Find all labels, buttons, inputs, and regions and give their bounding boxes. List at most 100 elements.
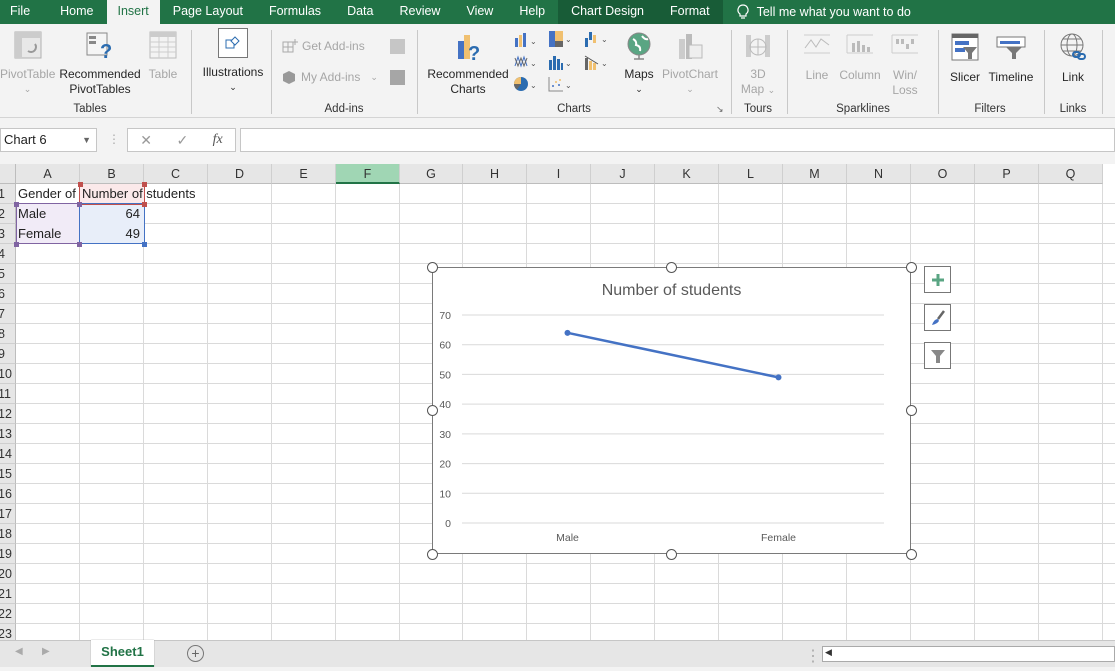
- cancel-icon[interactable]: ✕: [140, 132, 152, 149]
- column-header-q[interactable]: Q: [1039, 164, 1103, 184]
- tab-format[interactable]: Format: [657, 0, 723, 24]
- tab-home[interactable]: Home: [40, 0, 106, 24]
- tab-formulas[interactable]: Formulas: [256, 0, 334, 24]
- tab-review[interactable]: Review: [386, 0, 453, 24]
- tab-view[interactable]: View: [453, 0, 506, 24]
- column-header-i[interactable]: I: [527, 164, 591, 184]
- sparkline-column-button[interactable]: Column: [838, 33, 882, 83]
- chart-resize-handle[interactable]: [426, 405, 438, 416]
- chart-resize-handle[interactable]: [666, 548, 677, 560]
- sparkline-line-button[interactable]: Line: [800, 33, 834, 83]
- row-header-14[interactable]: 14: [0, 444, 16, 464]
- row-header-21[interactable]: 21: [0, 584, 16, 604]
- row-header-19[interactable]: 19: [0, 544, 16, 564]
- formula-bar-grip[interactable]: ⋮: [108, 132, 120, 146]
- chevron-down-icon[interactable]: ▼: [82, 129, 91, 151]
- row-header-4[interactable]: 4: [0, 244, 16, 264]
- row-header-5[interactable]: 5: [0, 264, 16, 284]
- maps-button[interactable]: Maps ⌄: [618, 31, 660, 97]
- column-header-a[interactable]: A: [16, 164, 80, 184]
- splitter-handle[interactable]: ⋮: [805, 646, 821, 666]
- row-header-12[interactable]: 12: [0, 404, 16, 424]
- column-header-f[interactable]: F: [336, 164, 400, 184]
- tab-page-layout[interactable]: Page Layout: [160, 0, 256, 24]
- chart-resize-handle[interactable]: [905, 405, 917, 416]
- range-resize-handle[interactable]: [142, 242, 147, 247]
- column-header-j[interactable]: J: [591, 164, 655, 184]
- tab-file[interactable]: File: [0, 0, 40, 24]
- row-header-15[interactable]: 15: [0, 464, 16, 484]
- pivottable-button[interactable]: PivotTable ⌄: [0, 31, 55, 97]
- horizontal-scrollbar[interactable]: ◀: [822, 646, 1115, 662]
- column-chart-button[interactable]: ⌄: [514, 32, 538, 53]
- row-header-3[interactable]: 3: [0, 224, 16, 244]
- recommended-charts-button[interactable]: ? Recommended Charts: [424, 31, 512, 97]
- row-header-11[interactable]: 11: [0, 384, 16, 404]
- column-header-l[interactable]: L: [719, 164, 783, 184]
- range-resize-handle[interactable]: [14, 242, 19, 247]
- tell-me-box[interactable]: Tell me what you want to do: [723, 4, 911, 20]
- worksheet-grid[interactable]: ABCDEFGHIJKLMNOPQ12345678910111213141516…: [0, 164, 1115, 640]
- row-header-23[interactable]: 23: [0, 624, 16, 640]
- insert-function-icon[interactable]: fx: [213, 132, 223, 148]
- pivotchart-button[interactable]: PivotChart ⌄: [660, 31, 720, 97]
- row-header-9[interactable]: 9: [0, 344, 16, 364]
- chart-resize-handle[interactable]: [426, 548, 438, 560]
- line-chart-button[interactable]: ⌄: [514, 54, 538, 75]
- column-header-b[interactable]: B: [80, 164, 144, 184]
- cell-b1[interactable]: Number of students: [80, 184, 195, 204]
- slicer-button[interactable]: Slicer: [946, 33, 984, 85]
- formula-input[interactable]: [240, 128, 1115, 152]
- scroll-left-icon[interactable]: ◀: [15, 646, 23, 657]
- hierarchy-chart-button[interactable]: ⌄: [548, 30, 572, 53]
- tab-insert[interactable]: Insert: [106, 0, 160, 24]
- illustrations-button[interactable]: Illustrations ⌄: [200, 28, 266, 95]
- chart-resize-handle[interactable]: [666, 261, 677, 273]
- range-resize-handle[interactable]: [14, 202, 19, 207]
- tab-chart-design[interactable]: Chart Design: [558, 0, 657, 24]
- chart-styles-button[interactable]: [924, 304, 951, 331]
- chart-resize-handle[interactable]: [426, 261, 438, 273]
- column-header-d[interactable]: D: [208, 164, 272, 184]
- recommended-pivottables-button[interactable]: ? Recommended PivotTables: [57, 31, 143, 97]
- chart-filters-button[interactable]: [924, 342, 951, 369]
- data-point[interactable]: [775, 374, 782, 381]
- scatter-chart-button[interactable]: ⌄: [548, 76, 572, 97]
- row-header-10[interactable]: 10: [0, 364, 16, 384]
- statistic-chart-button[interactable]: ⌄: [548, 54, 572, 75]
- column-header-k[interactable]: K: [655, 164, 719, 184]
- row-header-1[interactable]: 1: [0, 184, 16, 204]
- 3d-map-button[interactable]: 3D Map ⌄: [733, 31, 783, 98]
- row-header-8[interactable]: 8: [0, 324, 16, 344]
- scroll-left-arrow-icon[interactable]: ◀: [825, 647, 832, 658]
- my-addins-button[interactable]: My Add-ins ⌄: [282, 70, 378, 84]
- column-header-p[interactable]: P: [975, 164, 1039, 184]
- get-addins-button[interactable]: Get Add-ins: [282, 39, 365, 53]
- pie-chart-button[interactable]: ⌄: [514, 76, 538, 97]
- column-header-h[interactable]: H: [463, 164, 527, 184]
- link-button[interactable]: Link: [1048, 32, 1098, 85]
- tab-data[interactable]: Data: [334, 0, 386, 24]
- data-point[interactable]: [564, 329, 571, 336]
- column-header-n[interactable]: N: [847, 164, 911, 184]
- waterfall-chart-button[interactable]: ⌄: [584, 30, 608, 53]
- row-header-6[interactable]: 6: [0, 284, 16, 304]
- row-header-16[interactable]: 16: [0, 484, 16, 504]
- row-header-13[interactable]: 13: [0, 424, 16, 444]
- column-header-c[interactable]: C: [144, 164, 208, 184]
- name-box[interactable]: Chart 6 ▼: [0, 128, 97, 152]
- enter-icon[interactable]: ✓: [176, 132, 188, 149]
- chart-elements-button[interactable]: [924, 266, 951, 293]
- row-header-2[interactable]: 2: [0, 204, 16, 224]
- scroll-right-icon[interactable]: ▶: [42, 646, 50, 657]
- row-header-7[interactable]: 7: [0, 304, 16, 324]
- table-button[interactable]: Table: [144, 31, 182, 82]
- tab-help[interactable]: Help: [506, 0, 558, 24]
- row-header-18[interactable]: 18: [0, 524, 16, 544]
- combo-chart-button[interactable]: ⌄: [584, 54, 608, 75]
- column-header-g[interactable]: G: [400, 164, 463, 184]
- people-graph-icon[interactable]: [390, 70, 405, 85]
- column-header-m[interactable]: M: [783, 164, 847, 184]
- row-header-20[interactable]: 20: [0, 564, 16, 584]
- chart-title[interactable]: Number of students: [602, 282, 742, 299]
